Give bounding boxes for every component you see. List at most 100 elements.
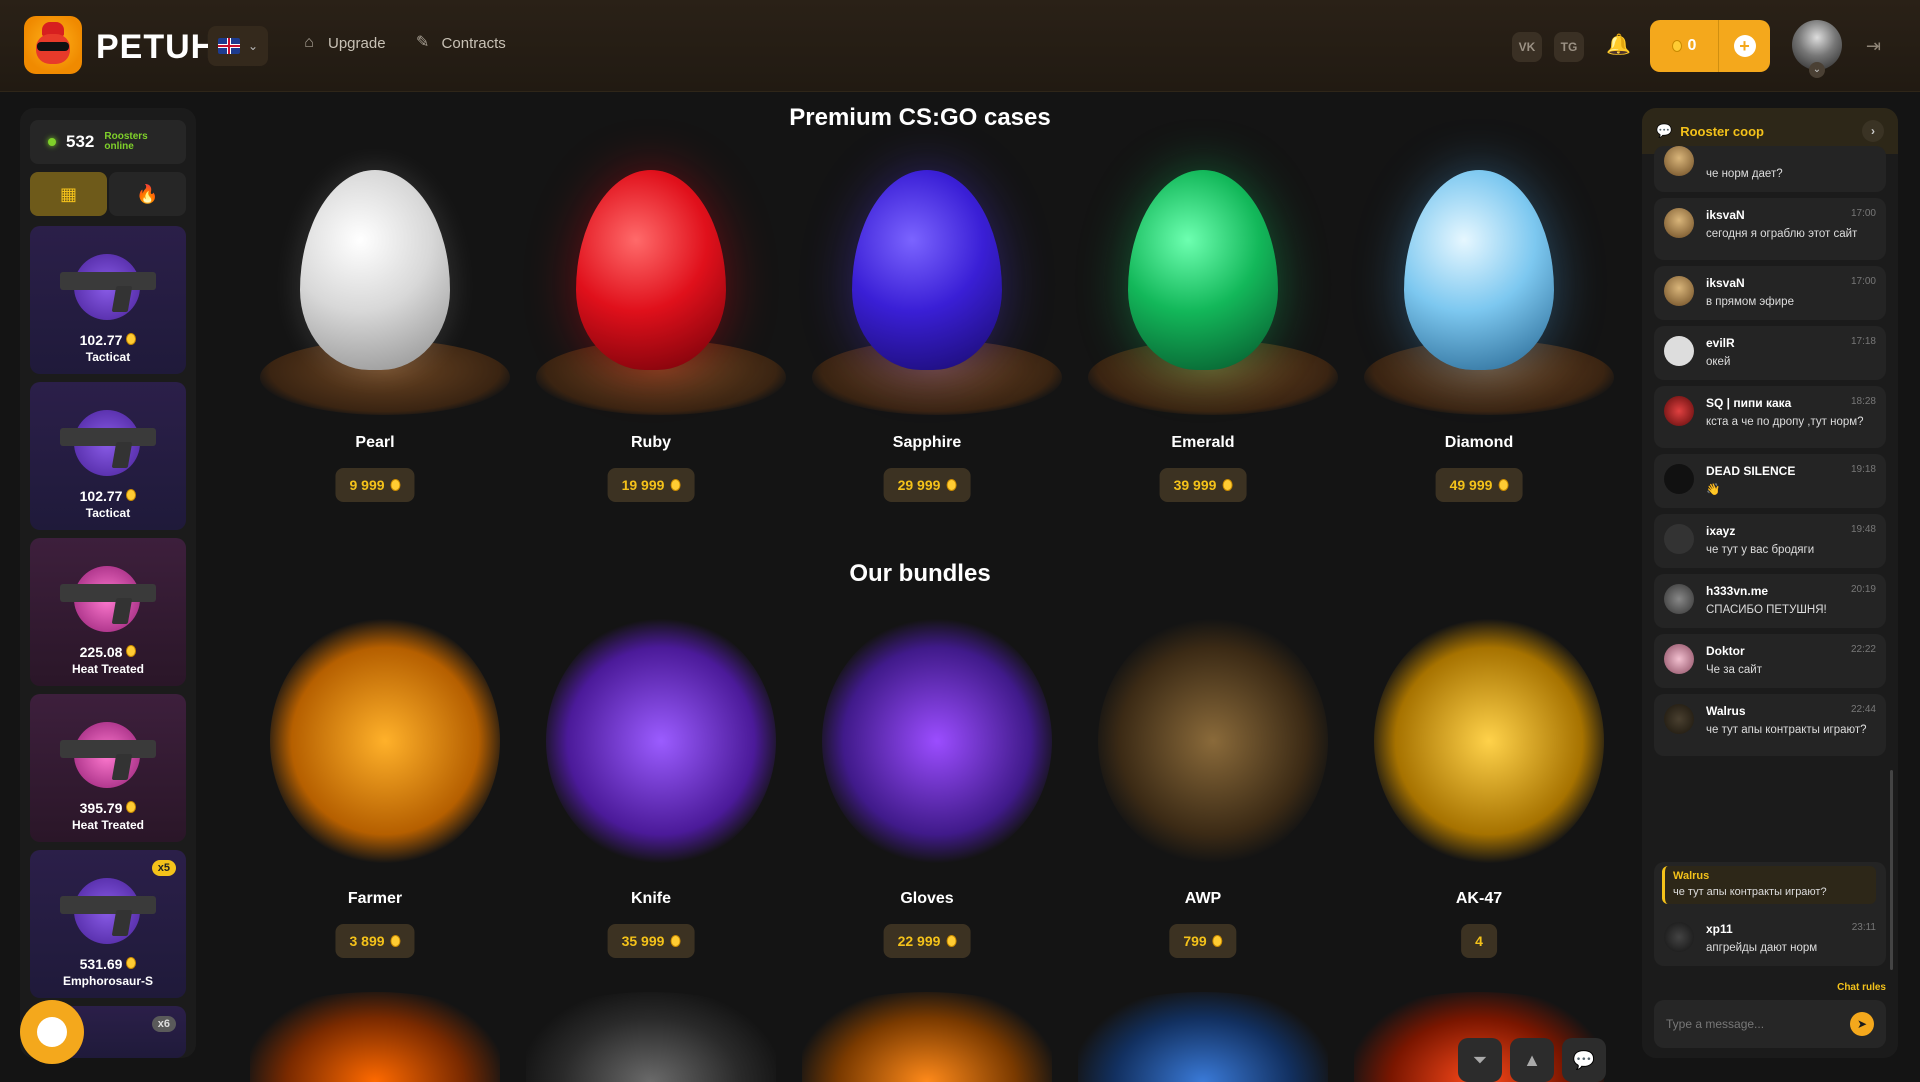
case-card-sapphire[interactable]: Sapphire 29 999 [792,150,1062,502]
case-card-emerald[interactable]: Emerald 39 999 [1068,150,1338,502]
bundle-image [250,606,500,876]
chat-rules-link[interactable]: Chat rules [1837,982,1886,993]
case-price-button[interactable]: 29 999 [883,468,971,502]
vk-icon[interactable]: VK [1512,32,1542,62]
send-icon[interactable]: ➤ [1850,1012,1874,1036]
message-user[interactable]: SQ | пипи кака [1706,396,1791,410]
case-price-button[interactable]: 39 999 [1159,468,1247,502]
bundle-card-partial[interactable] [526,992,776,1082]
weapon-image [60,428,156,446]
message-user[interactable]: iksvaN [1706,208,1745,222]
scroll-top-icon[interactable]: ▲ [1510,1038,1554,1082]
avatar[interactable] [1664,584,1694,614]
bundle-price-button[interactable]: 22 999 [883,924,971,958]
message-user[interactable]: Doktor [1706,644,1745,658]
coin-icon [670,935,681,947]
message-user[interactable]: evilR [1706,336,1735,350]
chevron-down-icon[interactable]: ⌄ [1809,62,1825,78]
online-counter: 532 Roosters online [30,120,186,164]
message-text: кста а че по дропу ,тут норм? [1706,416,1864,428]
case-price-button[interactable]: 49 999 [1435,468,1523,502]
avatar[interactable] [1664,146,1694,176]
bundle-card-partial[interactable] [802,992,1052,1082]
chat-toggle-icon[interactable]: 💬 [1562,1038,1606,1082]
message-text: че тут апы контракты играют? [1706,724,1867,736]
case-card-pearl[interactable]: Pearl 9 999 [240,150,510,502]
bundle-card-awp[interactable]: AWP 799 [1068,606,1338,958]
case-price-button[interactable]: 19 999 [607,468,695,502]
bundle-price-button[interactable]: 3 899 [335,924,415,958]
message-user[interactable]: DEAD SILENCE [1706,464,1795,478]
rooster-logo[interactable] [24,16,82,74]
chat-title: Rooster coop [1680,123,1764,139]
case-name: Diamond [1444,434,1514,451]
support-chat-button[interactable] [20,1000,84,1064]
brand-name[interactable]: PETUH [96,28,216,67]
nav-upgrade[interactable]: ⌂ Upgrade [300,34,385,52]
avatar[interactable] [1664,922,1694,952]
bundle-card-partial[interactable] [1078,992,1328,1082]
live-drop-item[interactable]: 225.08 Heat Treated [30,538,186,686]
avatar[interactable] [1664,704,1694,734]
live-drop-item[interactable]: 395.79 Heat Treated [30,694,186,842]
user-avatar[interactable]: ⌄ [1792,20,1842,78]
live-drop-item[interactable]: 102.77 Tacticat [30,226,186,374]
avatar[interactable] [1664,524,1694,554]
message-user[interactable]: ixayz [1706,524,1735,538]
bundle-card-knife[interactable]: Knife 35 999 [516,606,786,958]
bundle-name: Farmer [347,890,403,907]
message-user[interactable]: Walrus [1706,704,1746,718]
message-user[interactable]: xp11 [1706,922,1733,936]
bundle-price-button[interactable]: 799 [1169,924,1237,958]
bundle-card-farmer[interactable]: Farmer 3 899 [240,606,510,958]
nav-contracts[interactable]: ✎ Contracts [414,34,506,52]
chat-message-input[interactable] [1666,1014,1846,1034]
live-drop-item[interactable]: 102.77 Tacticat [30,382,186,530]
message-user[interactable]: iksvaN [1706,276,1745,290]
message-time: 23:11 [1851,922,1876,933]
bundle-card-ak47[interactable]: AK-47 4 [1344,606,1614,958]
logout-icon[interactable]: ⇥ [1866,36,1881,57]
all-drops-grid-icon[interactable]: ▦ [30,172,107,216]
online-dot-icon [48,138,56,146]
bundle-card-gloves[interactable]: Gloves 22 999 [792,606,1062,958]
chevron-down-icon: ⌄ [247,39,259,53]
filter-icon[interactable]: ⏷ [1458,1038,1502,1082]
avatar[interactable] [1664,276,1694,306]
telegram-icon[interactable]: TG [1554,32,1584,62]
message-time: 19:48 [1850,524,1876,535]
chevron-right-icon[interactable]: › [1862,120,1884,142]
add-balance-button[interactable]: + [1718,20,1770,72]
case-image [1078,150,1338,420]
language-selector[interactable]: ⌄ [208,26,268,66]
bundle-name: AWP [1184,890,1222,907]
case-price-button[interactable]: 9 999 [335,468,415,502]
case-name: Emerald [1171,434,1235,451]
top-drops-fire-icon[interactable]: 🔥 [109,172,186,216]
multiplier-badge: x5 [151,860,176,876]
avatar[interactable] [1664,396,1694,426]
coin-icon [946,479,957,491]
bundle-price-button[interactable]: 4 [1461,924,1497,958]
bundle-price-button[interactable]: 35 999 [607,924,695,958]
avatar[interactable] [1664,208,1694,238]
avatar[interactable] [1664,336,1694,366]
chat-scrollbar[interactable] [1890,770,1893,970]
chat-message: evilR 17:18 окей [1654,326,1886,380]
avatar[interactable] [1664,464,1694,494]
case-card-diamond[interactable]: Diamond 49 999 [1344,150,1614,502]
avatar[interactable] [1664,644,1694,674]
coin-icon [390,935,401,947]
balance-amount[interactable]: 0 [1650,20,1718,72]
drop-name: Tacticat [85,350,131,364]
message-text: че тут у вас бродяги [1706,544,1815,556]
message-user[interactable]: h333vn.me [1706,584,1768,598]
case-name: Ruby [631,434,671,451]
drop-name: Emphorosaur-S [62,974,153,988]
notification-bell-icon[interactable]: 🔔 [1606,32,1631,60]
live-drop-item[interactable]: x5 531.69 Emphorosaur-S [30,850,186,998]
bundle-image [802,606,1052,876]
bundle-card-partial[interactable] [250,992,500,1082]
case-card-ruby[interactable]: Ruby 19 999 [516,150,786,502]
plus-icon: + [1733,35,1756,57]
